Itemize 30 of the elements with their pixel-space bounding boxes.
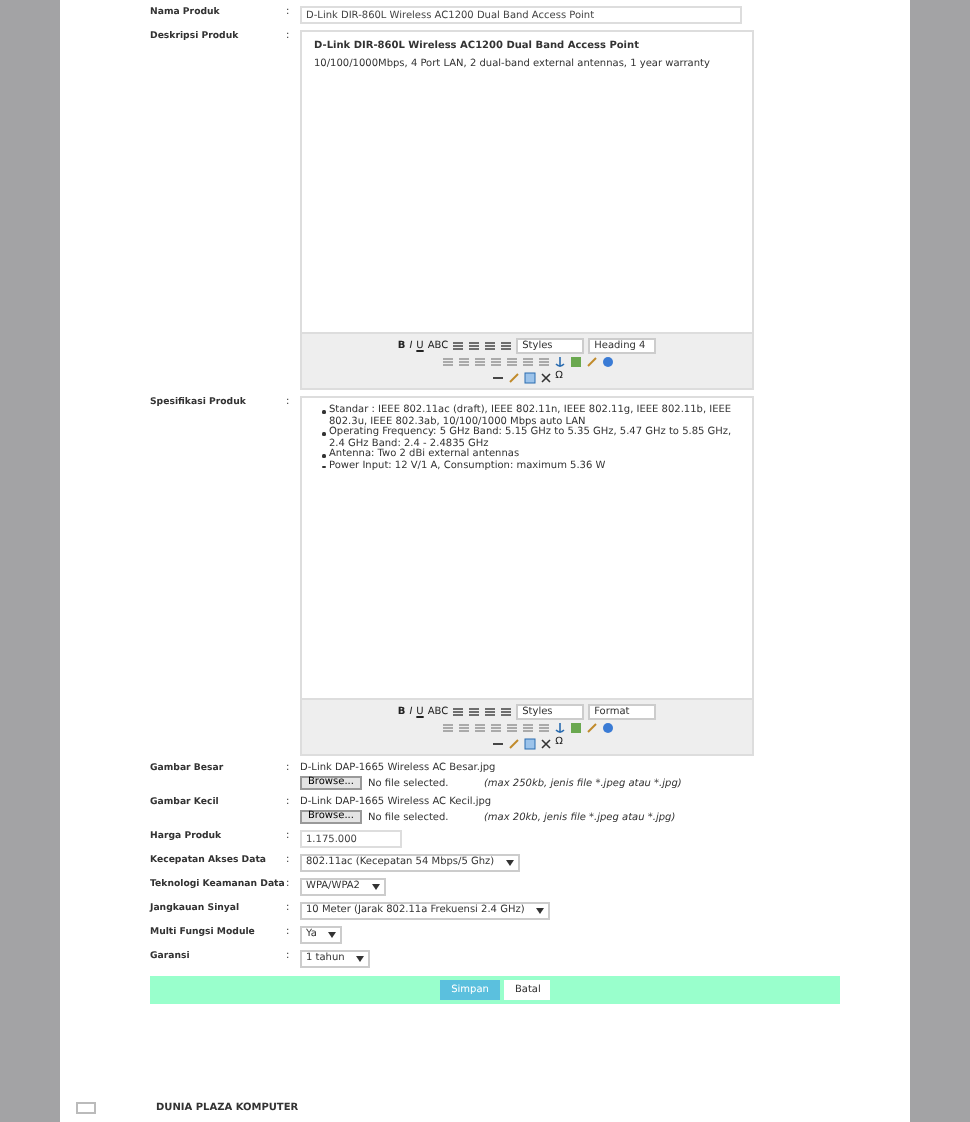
bullet-list-icon[interactable]	[441, 356, 453, 368]
caret-icon	[536, 908, 545, 914]
horizontal-rule-icon[interactable]	[491, 371, 504, 383]
numbered-list-icon[interactable]	[457, 356, 469, 368]
horizontal-rule-icon[interactable]	[491, 737, 504, 749]
bullet-list-icon[interactable]	[441, 722, 453, 734]
align-icon[interactable]	[452, 706, 465, 718]
align-icon[interactable]	[500, 340, 513, 352]
image-icon[interactable]	[569, 356, 581, 368]
align-icon[interactable]	[452, 340, 465, 352]
edit-icon[interactable]	[585, 722, 597, 734]
footer-box	[76, 1102, 96, 1114]
caret-icon	[506, 860, 515, 866]
align-icon[interactable]	[484, 340, 497, 352]
caret-icon	[356, 956, 365, 962]
close-icon[interactable]	[539, 371, 552, 383]
align-icon[interactable]	[468, 340, 481, 352]
close-icon[interactable]	[539, 737, 552, 749]
anchor-icon[interactable]	[553, 356, 565, 368]
align-icon[interactable]	[500, 706, 513, 718]
caret-icon	[372, 884, 380, 890]
edit-icon[interactable]	[585, 356, 597, 368]
globe-icon[interactable]	[601, 356, 613, 368]
align-icon[interactable]	[484, 706, 497, 718]
image-icon[interactable]	[569, 722, 581, 734]
caret-icon	[328, 932, 337, 938]
anchor-icon[interactable]	[553, 722, 565, 734]
numbered-list-icon[interactable]	[457, 722, 469, 734]
globe-icon[interactable]	[601, 722, 613, 734]
align-icon[interactable]	[468, 706, 481, 718]
